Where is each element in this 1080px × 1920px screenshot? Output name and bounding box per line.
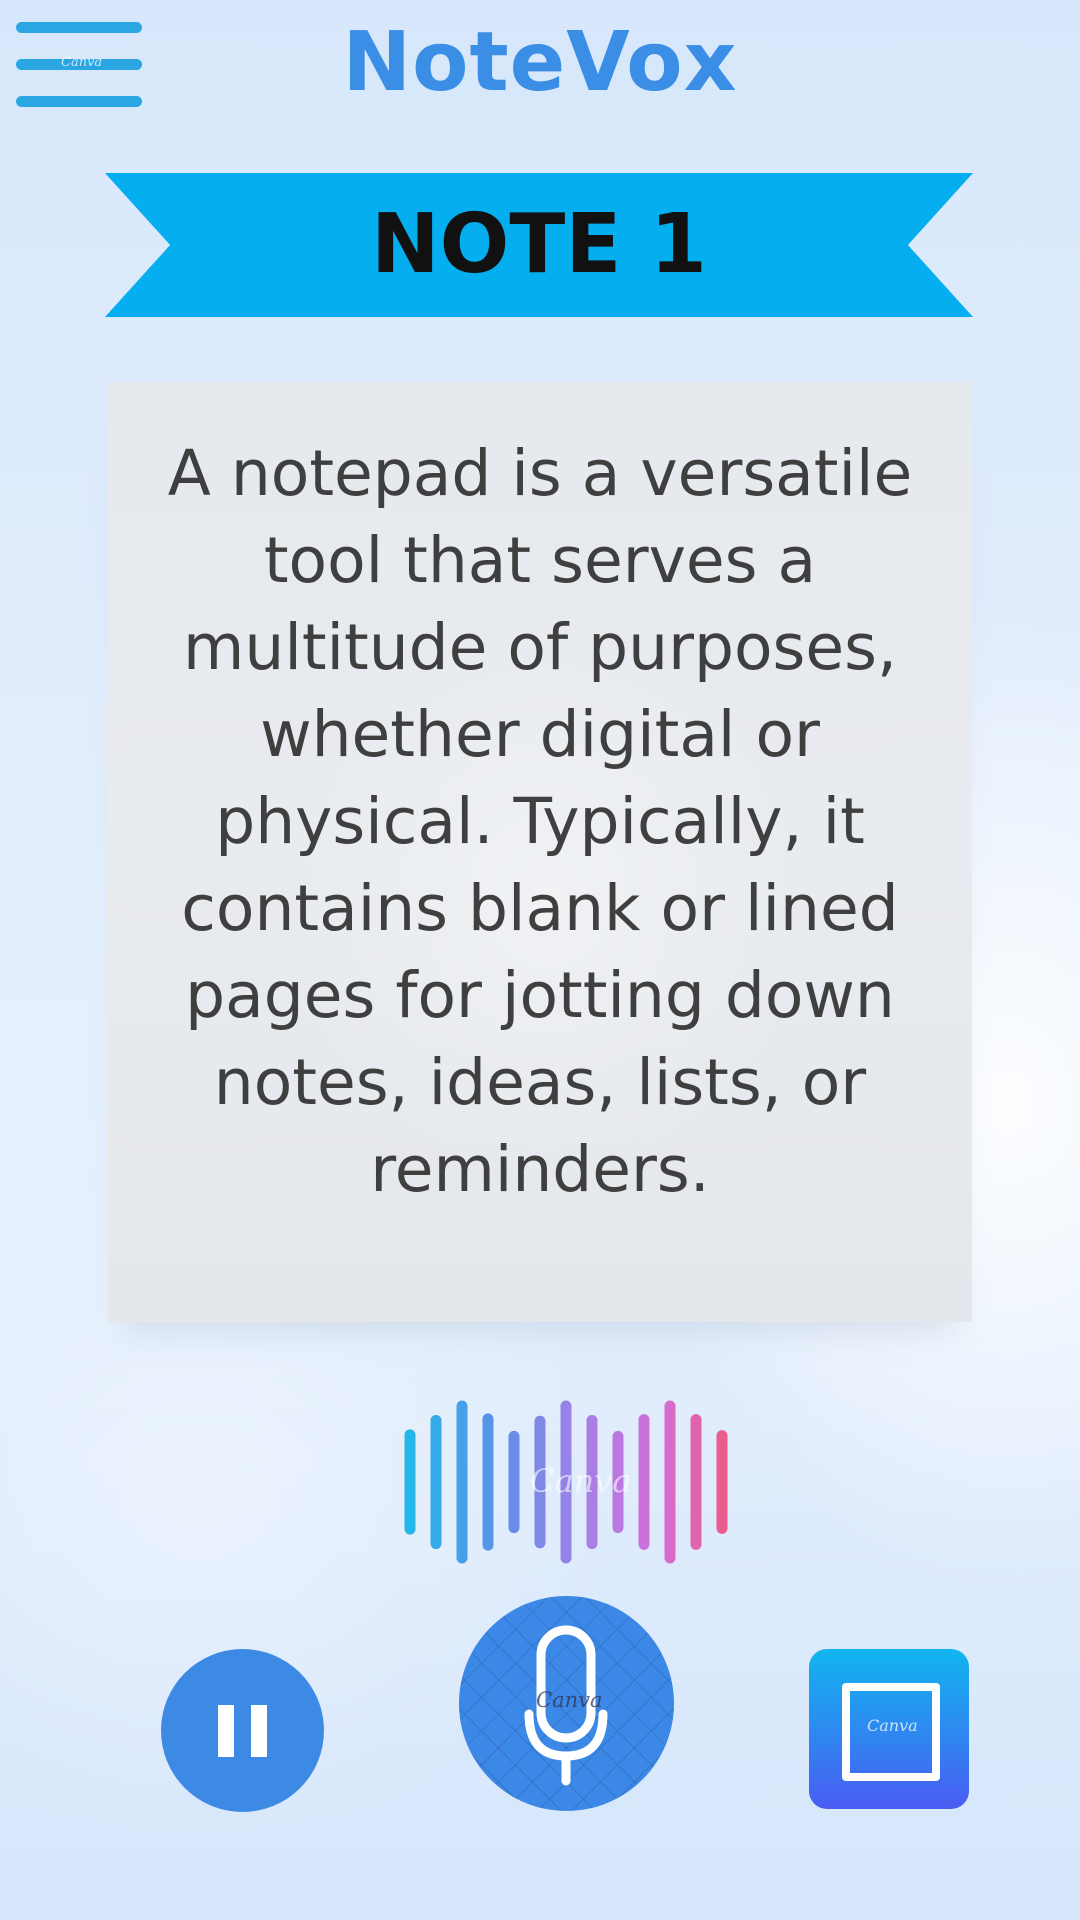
pause-button[interactable] <box>161 1649 324 1812</box>
pause-icon-bar <box>251 1705 267 1757</box>
mic-watermark: Canva <box>536 1688 603 1712</box>
stop-watermark: Canva <box>867 1716 918 1735</box>
note-title[interactable]: NOTE 1 <box>105 173 973 317</box>
app-title: NoteVox <box>342 15 738 110</box>
note-body-text[interactable]: A notepad is a versatile tool that serve… <box>150 430 930 1213</box>
pause-icon <box>218 1705 234 1757</box>
stop-button[interactable]: Canva <box>809 1649 969 1809</box>
record-microphone-button[interactable]: Canva <box>459 1596 674 1811</box>
waveform-watermark: Canva <box>530 1462 632 1500</box>
